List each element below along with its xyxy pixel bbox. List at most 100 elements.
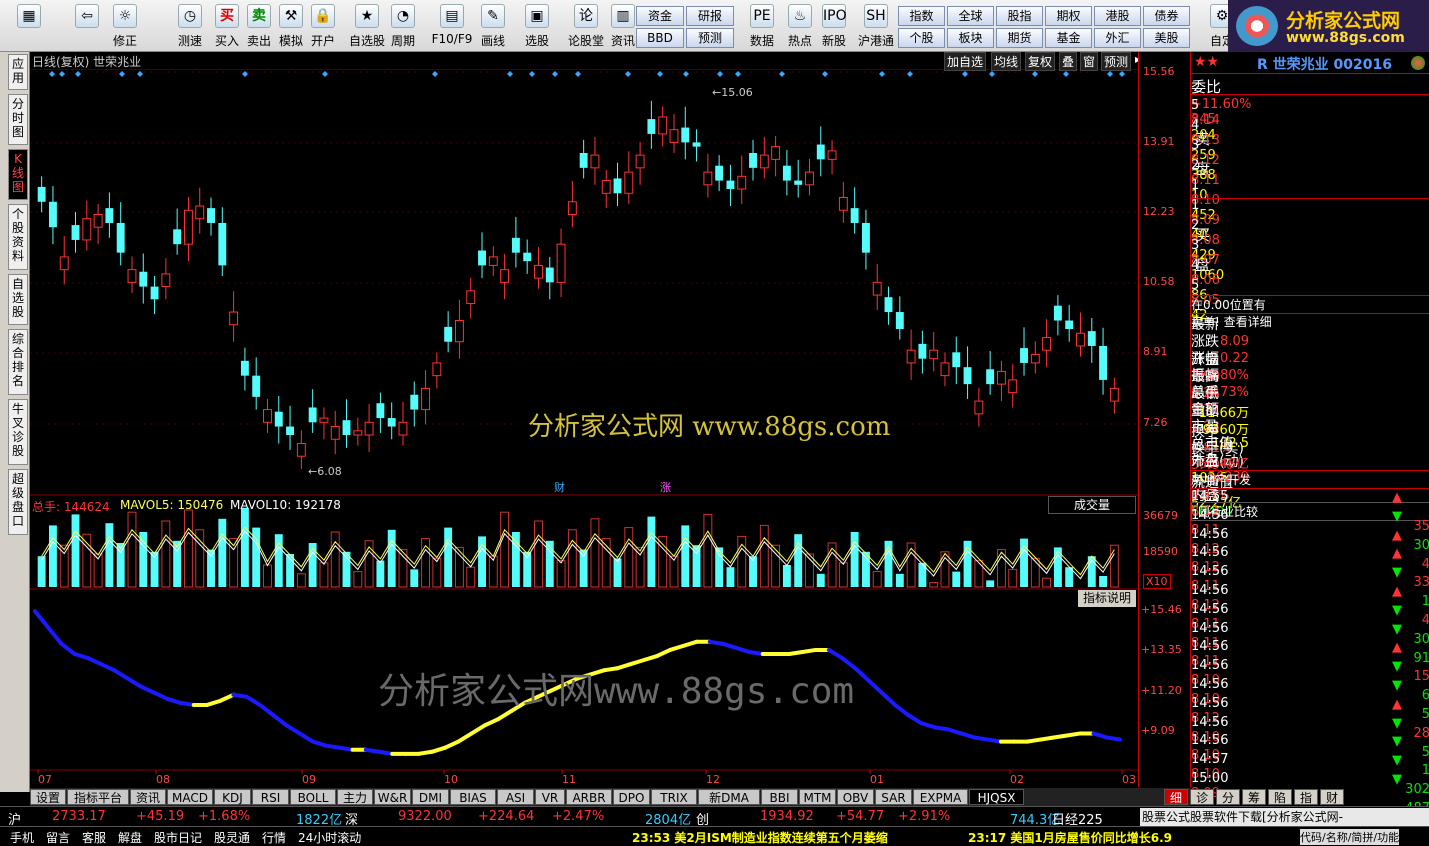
toolbar-small-button[interactable]: 资金 — [636, 6, 684, 26]
indicator-tab[interactable]: TRIX — [651, 789, 697, 805]
toolbar-small-button[interactable]: 基金 — [1045, 28, 1092, 48]
vtab-5[interactable]: 综合排名 — [8, 329, 28, 395]
toolbar-button-6[interactable]: ⚒ 模拟 — [274, 4, 308, 50]
toolbar-small-button[interactable]: 全球 — [947, 6, 994, 26]
indicator-tab[interactable]: MACD — [167, 789, 213, 805]
toolbar-small-button[interactable]: BBD — [636, 28, 684, 48]
sector-name[interactable]: 房地产开发 — [1191, 471, 1429, 488]
toolbar-button-13[interactable]: 论论股堂 — [562, 4, 610, 50]
vtab-1[interactable]: 分时图 — [8, 94, 28, 145]
toolbar-small-button[interactable]: 港股 — [1094, 6, 1141, 26]
indicator-tab[interactable]: SAR — [875, 789, 912, 805]
indicator-tab[interactable]: HJQSX — [969, 789, 1024, 805]
indicator-tab[interactable]: DMI — [412, 789, 449, 805]
toolbar-button-7[interactable]: 🔒 开户 — [306, 4, 340, 50]
toolbar-button-1[interactable]: ⇦ — [70, 4, 104, 50]
cy-index[interactable]: 1934.92 — [760, 809, 814, 824]
sz-index[interactable]: 9322.00 — [398, 809, 452, 824]
indicator-tab[interactable]: ASI — [497, 789, 534, 805]
toolbar-button-5[interactable]: 卖卖出 — [242, 4, 276, 50]
toolbar-button-12[interactable]: ▣ 选股 — [520, 4, 554, 50]
toolbar-button-3[interactable]: ◷ 测速 — [173, 4, 207, 50]
indicator-tab[interactable]: KDJ — [214, 789, 251, 805]
toolbar-button-9[interactable]: ◔ 周期 — [386, 4, 420, 50]
sell-level-row[interactable]: 1 8.10 452 — [1191, 178, 1429, 223]
vtab-6[interactable]: 牛叉诊股 — [8, 399, 28, 465]
toolbar-button-17[interactable]: IPO 新股 — [817, 4, 851, 50]
vol-indicator-dropdown[interactable]: 成交量 — [1048, 496, 1136, 514]
indicator-tab[interactable]: EXPMA — [913, 789, 968, 805]
indicator-tab[interactable]: MTM — [799, 789, 836, 805]
toolbar-button-0[interactable]: ▦ — [12, 4, 46, 50]
toolbar-button-16[interactable]: ♨ 热点 — [783, 4, 817, 50]
quick-link[interactable]: 手机 — [10, 829, 34, 846]
toolbar-small-button[interactable]: 美股 — [1143, 28, 1190, 48]
toolbar-small-button[interactable]: 期货 — [996, 28, 1043, 48]
toolbar-small-button[interactable]: 指数 — [898, 6, 945, 26]
toolbar-button-4[interactable]: 买买入 — [210, 4, 244, 50]
kline-chart-area[interactable]: 日线(复权) 世荣兆业 加自选均线复权叠窗预测▸▾ ←15.06←6.08财涨0… — [30, 52, 1147, 787]
toolbar-button-18[interactable]: SH 沪港通 — [852, 4, 900, 50]
quick-link[interactable]: 24小时滚动 — [298, 829, 361, 846]
event-marker[interactable]: 财 — [554, 480, 565, 494]
toolbar-small-button[interactable]: 个股 — [898, 28, 945, 48]
code-search-input[interactable]: 代码/名称/简拼/功能 — [1300, 829, 1400, 845]
quick-link[interactable]: 行情 — [262, 829, 286, 846]
vtab-3[interactable]: 个股资料 — [8, 204, 28, 270]
indicator-tab[interactable]: ARBR — [566, 789, 612, 805]
buy-level-row[interactable]: 2 8.08 429 — [1191, 218, 1429, 263]
indicator-help-button[interactable]: 指标说明 — [1078, 590, 1136, 607]
toolbar-button-15[interactable]: PE 数据 — [745, 4, 779, 50]
quote-tab[interactable]: 诊 — [1190, 789, 1214, 805]
toolbar-button-11[interactable]: ✎ 画线 — [476, 4, 510, 50]
buy-level-row[interactable]: 1 8.09 40 — [1191, 198, 1429, 243]
quote-tab[interactable]: 陷 — [1268, 789, 1292, 805]
quick-link[interactable]: 股灵通 — [214, 829, 250, 846]
toolbar-small-button[interactable]: 股指 — [996, 6, 1043, 26]
toolbar-button-8[interactable]: ★ 自选股 — [343, 4, 391, 50]
sell-level-row[interactable]: 2 8.11 10 — [1191, 158, 1429, 203]
indicator-tab[interactable]: VR — [535, 789, 565, 805]
quote-tab[interactable]: 细 — [1164, 789, 1188, 805]
buy-level-row[interactable]: 4 8.06 86 — [1191, 258, 1429, 303]
quote-tab[interactable]: 分 — [1216, 789, 1240, 805]
toolbar-small-button[interactable]: 债券 — [1143, 6, 1190, 26]
vtab-4[interactable]: 自选股 — [8, 274, 28, 325]
indicator-tab[interactable]: 主力 — [337, 789, 373, 805]
indicator-tab[interactable]: 指标平台 — [67, 789, 129, 805]
indicator-tab[interactable]: RSI — [252, 789, 289, 805]
vtab-7[interactable]: 超级盘口 — [8, 469, 28, 535]
indicator-tab[interactable]: 新DMA — [698, 789, 760, 805]
toolbar-small-button[interactable]: 预测 — [686, 28, 734, 48]
toolbar-button-2[interactable]: ☼ 修正 — [108, 4, 142, 50]
quick-link[interactable]: 留言 — [46, 829, 70, 846]
vtab-0[interactable]: 应用 — [8, 54, 28, 90]
sell-level-row[interactable]: 5 8.14 204 — [1191, 98, 1429, 143]
toolbar-button-10[interactable]: ▤ F10/F9 — [428, 4, 476, 50]
toolbar-small-button[interactable]: 期权 — [1045, 6, 1092, 26]
quick-link[interactable]: 股市日记 — [154, 829, 202, 846]
indicator-tab[interactable]: BBI — [761, 789, 798, 805]
indicator-tab[interactable]: W&R — [374, 789, 411, 805]
quote-tab[interactable]: 指 — [1294, 789, 1318, 805]
toolbar-small-button[interactable]: 研报 — [686, 6, 734, 26]
quick-link[interactable]: 解盘 — [118, 829, 142, 846]
indicator-tab[interactable]: 资讯 — [130, 789, 166, 805]
toolbar-button-14[interactable]: ▥ 资讯 — [606, 4, 640, 50]
quote-tab[interactable]: 财 — [1320, 789, 1344, 805]
event-marker[interactable]: 涨 — [660, 481, 671, 494]
sh-index[interactable]: 2733.17 — [52, 809, 106, 824]
toolbar-small-button[interactable]: 板块 — [947, 28, 994, 48]
vtab-2[interactable]: K线图 — [8, 149, 28, 200]
indicator-tab[interactable]: DPO — [613, 789, 650, 805]
buy-level-row[interactable]: 3 8.07 1060 — [1191, 238, 1429, 283]
quick-link[interactable]: 客服 — [82, 829, 106, 846]
quote-tab[interactable]: 筹 — [1242, 789, 1266, 805]
indicator-tab[interactable]: BIAS — [450, 789, 496, 805]
sell-level-row[interactable]: 3 8.12 388 — [1191, 138, 1429, 183]
news-ticker-1[interactable]: 23:53 美2月ISM制造业指数连续第五个月萎缩 — [632, 829, 888, 846]
toolbar-small-button[interactable]: 外汇 — [1094, 28, 1141, 48]
indicator-tab[interactable]: 设置 — [30, 789, 66, 805]
sell-level-row[interactable]: 4 8.13 259 — [1191, 118, 1429, 163]
news-ticker-2[interactable]: 23:17 美国1月房屋售价同比增长6.9 — [968, 829, 1172, 846]
